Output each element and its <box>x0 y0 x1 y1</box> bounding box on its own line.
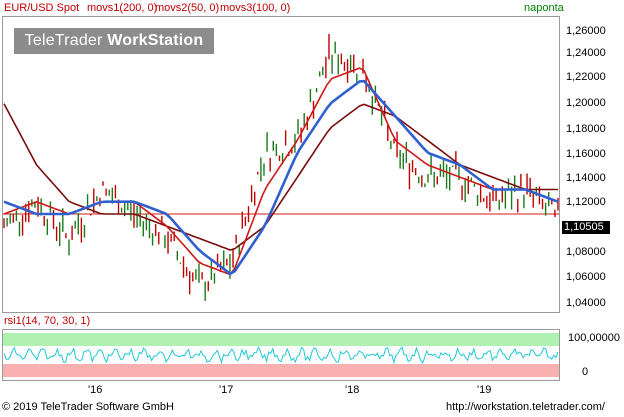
rsi-axis-bottom: 0 <box>582 366 589 378</box>
teletrader-watermark: TeleTrader WorkStation <box>14 28 214 54</box>
price-tick-label: 1,26000 <box>566 25 606 37</box>
watermark-product: WorkStation <box>107 32 204 49</box>
price-tick-label: 1,14000 <box>566 172 606 184</box>
price-tick-label: 1,06000 <box>566 271 606 283</box>
last-price-badge: 1,10505 <box>562 221 610 234</box>
rsi-indicator-label[interactable]: rsi1(14, 70, 30, 1) <box>4 315 90 327</box>
price-tick-label: 1,04000 <box>566 297 606 309</box>
rsi-overbought-band <box>3 333 559 346</box>
price-tick-label: 1,08000 <box>566 246 606 258</box>
time-tick-label: '16 <box>88 384 103 396</box>
rsi-line <box>3 345 559 365</box>
watermark-brand: TeleTrader <box>24 32 103 49</box>
chart-svg <box>3 33 559 377</box>
price-tick-label: 1,24000 <box>566 47 606 59</box>
rsi-axis-top: 100,00000 <box>568 332 620 344</box>
rsi-oversold-band <box>3 364 559 377</box>
time-tick-label: '19 <box>477 384 492 396</box>
chart-window: EUR/USD Spot movs1(200, 0) movs2(50, 0) … <box>0 0 624 417</box>
footer: © 2019 TeleTrader Software GmbH http://w… <box>0 398 624 417</box>
ma-100-line <box>3 79 559 276</box>
price-tick-label: 1,18000 <box>566 123 606 135</box>
price-tick-label: 1,16000 <box>566 148 606 160</box>
price-candles <box>3 33 559 301</box>
copyright-text: © 2019 TeleTrader Software GmbH <box>2 401 174 413</box>
price-tick-label: 1,20000 <box>566 97 606 109</box>
website-link[interactable]: http://workstation.teletrader.com/ <box>446 401 605 413</box>
time-tick-label: '18 <box>345 384 360 396</box>
price-tick-label: 1,22000 <box>566 71 606 83</box>
time-tick-label: '17 <box>219 384 234 396</box>
price-tick-label: 1,12000 <box>566 196 606 208</box>
